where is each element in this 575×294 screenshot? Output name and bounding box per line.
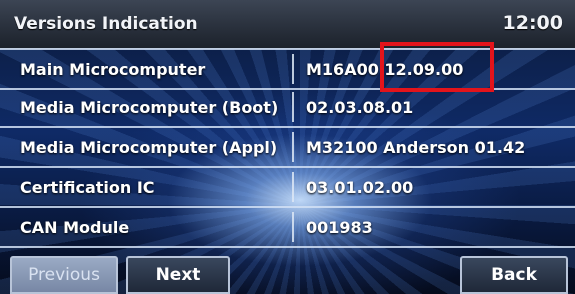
column-divider [292, 54, 294, 84]
back-button[interactable]: Back [460, 256, 568, 294]
row-label: Main Microcomputer [20, 60, 206, 79]
row-value: 001983 [306, 218, 373, 237]
clock: 12:00 [502, 12, 563, 34]
page-title: Versions Indication [14, 14, 198, 34]
row-value: 03.01.02.00 [306, 178, 414, 197]
previous-button[interactable]: Previous [10, 256, 118, 294]
row-label: Media Microcomputer (Appl) [20, 138, 278, 157]
column-divider [292, 132, 294, 162]
version-row-media-boot: Media Microcomputer (Boot) 02.03.08.01 [0, 88, 575, 128]
version-row-media-appl: Media Microcomputer (Appl) M32100 Anders… [0, 128, 575, 168]
row-label: Media Microcomputer (Boot) [20, 98, 279, 117]
versions-screen: Versions Indication 12:00 Main Microcomp… [0, 0, 575, 294]
row-value: 02.03.08.01 [306, 98, 414, 117]
row-label: CAN Module [20, 218, 130, 237]
version-row-certification-ic: Certification IC 03.01.02.00 [0, 168, 575, 208]
row-label: Certification IC [20, 178, 155, 197]
column-divider [292, 212, 294, 242]
row-value: M32100 Anderson 01.42 [306, 138, 526, 157]
column-divider [292, 172, 294, 202]
version-row-can-module: CAN Module 001983 [0, 208, 575, 248]
column-divider [292, 92, 294, 122]
next-button[interactable]: Next [126, 256, 230, 294]
highlight-annotation-box [380, 42, 494, 92]
